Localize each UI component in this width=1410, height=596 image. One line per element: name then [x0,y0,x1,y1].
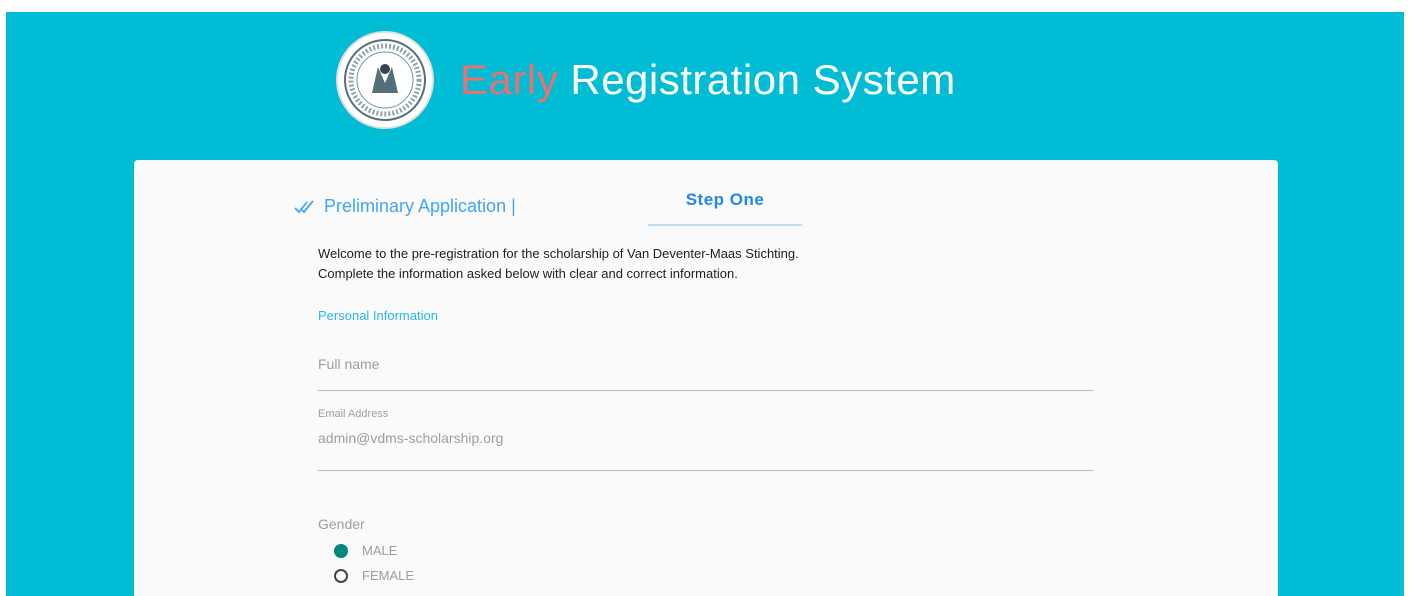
app-title-rest: Registration System [558,56,956,103]
header: Early Registration System [336,30,956,130]
email-input[interactable] [318,430,1094,446]
foundation-seal-icon [336,31,434,129]
radio-unselected-icon [334,568,348,583]
radio-selected-icon [334,543,348,558]
tab-step-one[interactable]: Step One [648,188,802,226]
intro-line-1: Welcome to the pre-registration for the … [318,246,799,261]
tab-preliminary-application[interactable]: Preliminary Application | [294,196,516,217]
full-name-input[interactable] [318,356,1094,372]
tab-preliminary-label: Preliminary Application | [324,196,516,216]
email-field: Email Address [318,408,1094,471]
registration-card: Preliminary Application | Step One Welco… [134,160,1278,596]
intro-text: Welcome to the pre-registration for the … [318,244,799,284]
gender-option-female: FEMALE [362,568,415,583]
app-title-accent: Early [460,56,559,103]
double-check-icon [294,199,314,213]
gender-label: Gender [318,516,365,532]
personal-information-heading: Personal Information [318,308,438,323]
app-title: Early Registration System [460,56,956,104]
gender-option-male: MALE [362,543,398,558]
gender-radio-male[interactable]: MALE [334,543,397,558]
gender-radio-female[interactable]: FEMALE [334,568,414,583]
full-name-field [318,356,1094,391]
page-background: Early Registration System Preliminary Ap… [6,12,1404,596]
intro-line-2: Complete the information asked below wit… [318,266,738,281]
email-label: Email Address [318,408,389,420]
